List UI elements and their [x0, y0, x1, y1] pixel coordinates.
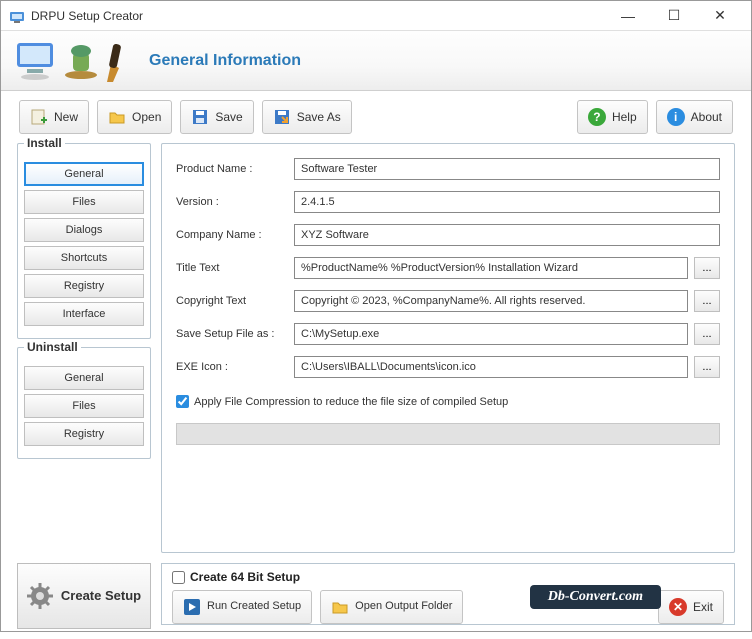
nav-uninstall-files[interactable]: Files: [24, 394, 144, 418]
compression-checkbox[interactable]: [176, 395, 189, 408]
open-label: Open: [132, 110, 161, 124]
open-icon: [108, 108, 126, 126]
browse-savefile[interactable]: ...: [694, 323, 720, 345]
install-title: Install: [24, 136, 65, 150]
folder-icon: [331, 598, 349, 616]
row-titletext: Title Text ...: [176, 257, 720, 279]
input-version[interactable]: [294, 191, 720, 213]
browse-exeicon[interactable]: ...: [694, 356, 720, 378]
app-icon: [9, 8, 25, 24]
banner-graphics: [15, 38, 131, 84]
row-copyright: Copyright Text ...: [176, 290, 720, 312]
create64-checkbox[interactable]: [172, 571, 185, 584]
nav-install-registry[interactable]: Registry: [24, 274, 144, 298]
create64-row: Create 64 Bit Setup: [172, 570, 724, 584]
label-product: Product Name :: [176, 163, 294, 175]
help-icon: ?: [588, 108, 606, 126]
row-version: Version :: [176, 191, 720, 213]
create64-label: Create 64 Bit Setup: [190, 570, 300, 584]
minimize-button[interactable]: —: [605, 1, 651, 31]
input-exeicon[interactable]: [294, 356, 688, 378]
exit-button[interactable]: ✕ Exit: [658, 590, 724, 624]
nav-install-dialogs[interactable]: Dialogs: [24, 218, 144, 242]
nav-uninstall-general[interactable]: General: [24, 366, 144, 390]
help-button[interactable]: ? Help: [577, 100, 648, 134]
browse-titletext[interactable]: ...: [694, 257, 720, 279]
label-version: Version :: [176, 196, 294, 208]
monitor-icon: [15, 39, 63, 83]
nav-install-files[interactable]: Files: [24, 190, 144, 214]
about-label: About: [691, 110, 722, 124]
open-button[interactable]: Open: [97, 100, 172, 134]
input-copyright[interactable]: [294, 290, 688, 312]
watermark: Db-Convert.com: [530, 585, 661, 609]
label-exeicon: EXE Icon :: [176, 361, 294, 373]
input-titletext[interactable]: [294, 257, 688, 279]
titlebar: DRPU Setup Creator — ☐ ✕: [1, 1, 751, 31]
close-button[interactable]: ✕: [697, 1, 743, 31]
body: Install General Files Dialogs Shortcuts …: [1, 143, 751, 563]
nav-install-general[interactable]: General: [24, 162, 144, 186]
row-exeicon: EXE Icon : ...: [176, 356, 720, 378]
label-copyright: Copyright Text: [176, 295, 294, 307]
saveas-icon: [273, 108, 291, 126]
compression-row: Apply File Compression to reduce the fil…: [176, 395, 720, 408]
input-savefile[interactable]: [294, 323, 688, 345]
banner: General Information: [1, 31, 751, 91]
input-company[interactable]: [294, 224, 720, 246]
about-icon: i: [667, 108, 685, 126]
row-product: Product Name :: [176, 158, 720, 180]
pen-icon: [103, 38, 131, 84]
row-savefile: Save Setup File as : ...: [176, 323, 720, 345]
uninstall-group: Uninstall General Files Registry: [17, 347, 151, 459]
create-setup-button[interactable]: Create Setup: [17, 563, 151, 629]
save-button[interactable]: Save: [180, 100, 253, 134]
save-icon: [191, 108, 209, 126]
new-icon: [30, 108, 48, 126]
open-output-button[interactable]: Open Output Folder: [320, 590, 463, 624]
progress-bar: [176, 423, 720, 445]
nav-install-shortcuts[interactable]: Shortcuts: [24, 246, 144, 270]
play-icon: [183, 598, 201, 616]
maximize-button[interactable]: ☐: [651, 1, 697, 31]
compression-label: Apply File Compression to reduce the fil…: [194, 396, 508, 408]
exit-label: Exit: [693, 600, 713, 614]
install-group: Install General Files Dialogs Shortcuts …: [17, 143, 151, 339]
window-title: DRPU Setup Creator: [31, 9, 605, 23]
label-company: Company Name :: [176, 229, 294, 241]
open-output-label: Open Output Folder: [355, 601, 452, 613]
input-product[interactable]: [294, 158, 720, 180]
uninstall-title: Uninstall: [24, 340, 81, 354]
toolbar: New Open Save Save As ? Help i About: [1, 91, 751, 143]
stamp-icon: [63, 39, 103, 83]
page-title: General Information: [149, 52, 301, 70]
browse-copyright[interactable]: ...: [694, 290, 720, 312]
save-label: Save: [215, 110, 242, 124]
saveas-button[interactable]: Save As: [262, 100, 352, 134]
nav-install-interface[interactable]: Interface: [24, 302, 144, 326]
help-label: Help: [612, 110, 637, 124]
run-created-button[interactable]: Run Created Setup: [172, 590, 312, 624]
run-created-label: Run Created Setup: [207, 601, 301, 613]
label-savefile: Save Setup File as :: [176, 328, 294, 340]
new-button[interactable]: New: [19, 100, 89, 134]
saveas-label: Save As: [297, 110, 341, 124]
row-company: Company Name :: [176, 224, 720, 246]
new-label: New: [54, 110, 78, 124]
label-titletext: Title Text: [176, 262, 294, 274]
nav-uninstall-registry[interactable]: Registry: [24, 422, 144, 446]
about-button[interactable]: i About: [656, 100, 733, 134]
window-controls: — ☐ ✕: [605, 1, 743, 31]
gear-icon: [27, 583, 53, 609]
create-setup-label: Create Setup: [61, 589, 141, 603]
form-panel: Product Name : Version : Company Name : …: [161, 143, 735, 553]
close-icon: ✕: [669, 598, 687, 616]
left-nav: Install General Files Dialogs Shortcuts …: [17, 143, 151, 553]
